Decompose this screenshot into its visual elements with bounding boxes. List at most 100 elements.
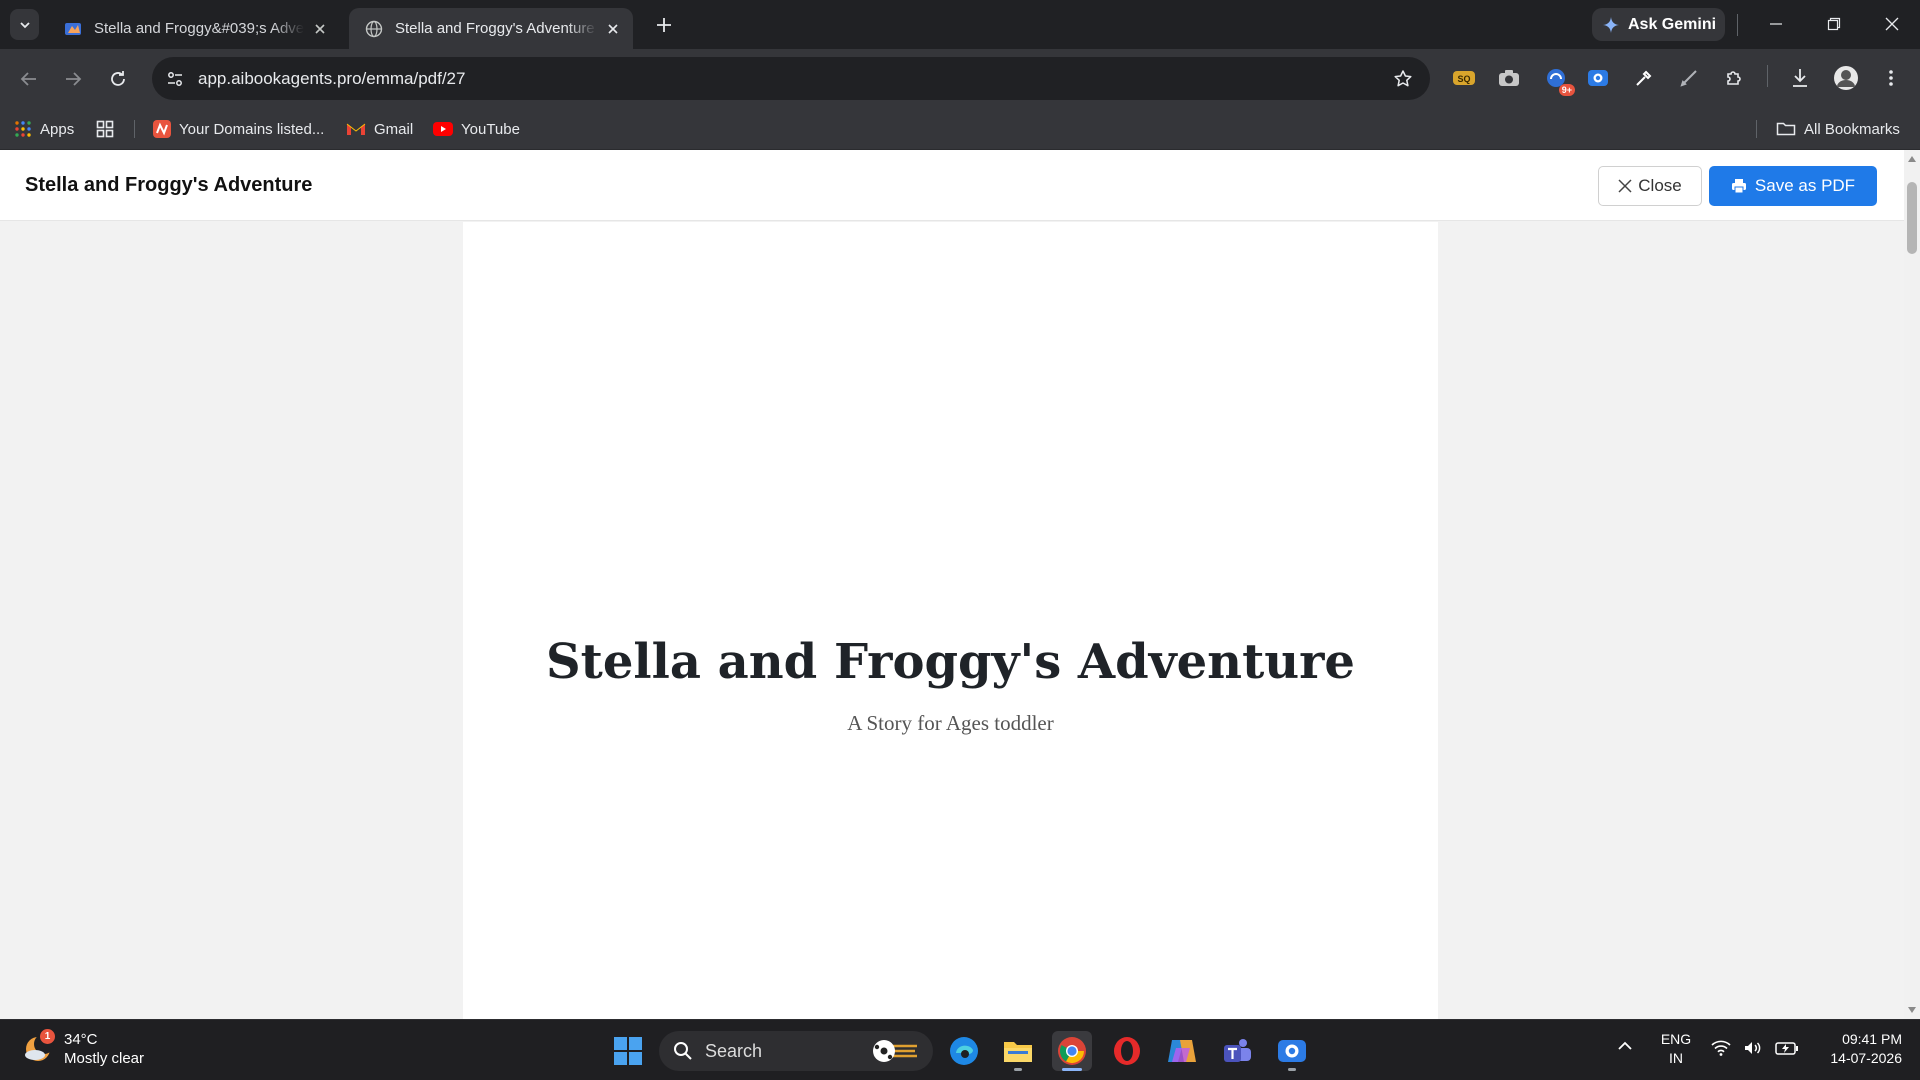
reload-icon <box>108 69 128 89</box>
running-indicator <box>1288 1068 1296 1071</box>
clock-time: 09:41 PM <box>1842 1031 1902 1047</box>
all-bookmarks-label: All Bookmarks <box>1804 120 1900 138</box>
windows-taskbar: 1 34°C Mostly clear Search ENG IN 09:41 … <box>0 1019 1920 1080</box>
copilot-taskbar-icon[interactable] <box>1162 1031 1202 1071</box>
scroll-up-arrow-icon[interactable] <box>1907 155 1917 163</box>
bookmark-apps[interactable]: Apps <box>14 116 74 142</box>
camera-extension-icon[interactable] <box>1496 65 1522 91</box>
printer-icon <box>1731 178 1747 194</box>
bookmark-your-domains[interactable]: Your Domains listed... <box>153 116 324 142</box>
address-bar[interactable]: app.aibookagents.pro/emma/pdf/27 <box>152 57 1430 100</box>
tab-groups-button[interactable] <box>96 116 114 142</box>
eyedropper-extension-icon[interactable] <box>1631 65 1657 91</box>
battery-charging-icon <box>1775 1040 1799 1056</box>
clock[interactable]: 09:41 PM 14-07-2026 <box>1812 1030 1902 1068</box>
close-icon <box>1618 179 1632 193</box>
restore-button[interactable] <box>1822 12 1846 36</box>
seo-extension-icon[interactable]: SQ <box>1451 65 1477 91</box>
weather-alert-badge: 1 <box>40 1029 55 1044</box>
forward-button[interactable] <box>60 66 86 92</box>
book-favicon-icon <box>64 20 82 38</box>
tab-search-button[interactable] <box>10 9 39 40</box>
site-settings-icon[interactable] <box>162 66 188 92</box>
arrow-left-icon <box>19 69 39 89</box>
language-secondary: IN <box>1669 1050 1683 1066</box>
globe-favicon-icon <box>365 20 383 38</box>
divider <box>1756 120 1757 138</box>
back-button[interactable] <box>16 66 42 92</box>
divider <box>1767 65 1768 87</box>
screen-recorder-taskbar-icon[interactable] <box>1272 1031 1312 1071</box>
grid-icon <box>96 120 114 138</box>
ask-gemini-label: Ask Gemini <box>1628 15 1717 33</box>
opera-taskbar-icon[interactable] <box>1107 1031 1147 1071</box>
svg-text:SQ: SQ <box>1457 74 1470 84</box>
extensions-puzzle-icon[interactable] <box>1721 65 1747 91</box>
pen-extension-icon[interactable] <box>1676 65 1702 91</box>
show-hidden-icons-button[interactable] <box>1617 1040 1633 1052</box>
weather-widget[interactable]: 1 34°C Mostly clear <box>22 1029 145 1068</box>
search-label: Search <box>705 1040 763 1061</box>
new-tab-button[interactable] <box>652 13 676 37</box>
start-button[interactable] <box>608 1031 648 1071</box>
tab-title: Stella and Froggy's Adventure - <box>395 20 597 37</box>
bookmark-label: Apps <box>40 120 75 138</box>
tab-inactive[interactable]: Stella and Froggy&#039;s Adve <box>48 8 340 49</box>
scroll-thumb[interactable] <box>1907 182 1917 254</box>
system-status-group[interactable] <box>1711 1040 1799 1056</box>
plus-icon <box>656 17 672 33</box>
extension-badge: 9+ <box>1558 84 1575 96</box>
save-as-pdf-label: Save as PDF <box>1754 176 1856 195</box>
bookmark-star-icon[interactable] <box>1390 66 1416 92</box>
close-tab-icon[interactable] <box>310 19 330 39</box>
chrome-menu-icon[interactable] <box>1878 65 1904 91</box>
chevron-up-icon <box>1617 1040 1633 1052</box>
pdf-viewer-header: Stella and Froggy's Adventure Close Save… <box>0 150 1904 221</box>
downloads-icon[interactable] <box>1787 65 1813 91</box>
close-tab-icon[interactable] <box>603 19 623 39</box>
clock-date: 14-07-2026 <box>1830 1050 1902 1066</box>
windows-logo-icon <box>613 1036 643 1066</box>
screen-capture-extension-icon[interactable] <box>1585 65 1611 91</box>
bookmark-gmail[interactable]: Gmail <box>346 116 413 142</box>
language-primary: ENG <box>1660 1031 1692 1047</box>
edge-taskbar-icon[interactable] <box>944 1031 984 1071</box>
file-explorer-taskbar-icon[interactable] <box>998 1031 1038 1071</box>
page-scrollbar[interactable] <box>1904 150 1920 1019</box>
save-as-pdf-button[interactable]: Save as PDF <box>1709 166 1877 206</box>
bookmark-label: Gmail <box>374 120 414 138</box>
bookmark-youtube[interactable]: YouTube <box>433 116 520 142</box>
weather-temperature: 34°C <box>64 1031 98 1048</box>
tab-active[interactable]: Stella and Froggy's Adventure - <box>349 8 633 49</box>
extension-with-badge-icon[interactable]: 9+ <box>1543 65 1575 96</box>
folder-icon <box>1776 121 1796 137</box>
url-text: app.aibookagents.pro/emma/pdf/27 <box>198 68 466 88</box>
weather-description: Mostly clear <box>64 1050 145 1067</box>
close-window-button[interactable] <box>1880 12 1904 36</box>
tab-strip: Stella and Froggy&#039;s Adve Stella and… <box>0 0 1920 49</box>
gmail-icon <box>346 121 366 137</box>
close-icon <box>1885 17 1899 31</box>
teams-taskbar-icon[interactable] <box>1217 1031 1257 1071</box>
wifi-icon <box>1711 1040 1731 1056</box>
minimize-icon <box>1769 17 1783 31</box>
taskbar-search[interactable]: Search <box>659 1031 933 1071</box>
tab-title: Stella and Froggy&#039;s Adve <box>94 20 304 37</box>
book-title: Stella and Froggy's Adventure <box>546 634 1355 690</box>
restore-icon <box>1827 17 1841 31</box>
all-bookmarks-button[interactable]: All Bookmarks <box>1776 116 1900 142</box>
ask-gemini-button[interactable]: Ask Gemini <box>1592 8 1725 41</box>
arrow-right-icon <box>63 69 83 89</box>
profile-avatar[interactable] <box>1833 65 1859 91</box>
book-subtitle: A Story for Ages toddler <box>847 711 1054 735</box>
scroll-down-arrow-icon[interactable] <box>1907 1006 1917 1014</box>
close-button[interactable]: Close <box>1598 166 1702 206</box>
language-indicator[interactable]: ENG IN <box>1658 1030 1694 1068</box>
weather-moon-icon: 1 <box>22 1029 55 1065</box>
search-icon <box>673 1041 693 1061</box>
divider <box>134 120 135 138</box>
reload-button[interactable] <box>105 66 131 92</box>
apps-grid-icon <box>14 120 32 138</box>
minimize-button[interactable] <box>1764 12 1788 36</box>
chrome-taskbar-icon[interactable] <box>1052 1031 1092 1071</box>
